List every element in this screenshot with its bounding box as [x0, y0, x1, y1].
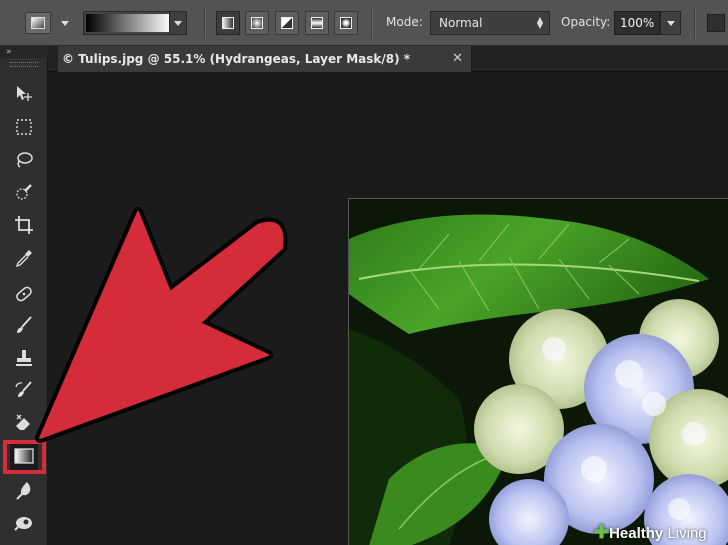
- divider: [371, 8, 373, 38]
- reflected-gradient-button[interactable]: [305, 11, 329, 35]
- watermark: ✚Healthy Living: [594, 522, 707, 542]
- document-title: © Tulips.jpg @ 55.1% (Hydrangeas, Layer …: [62, 52, 411, 66]
- lasso-icon: [17, 152, 33, 168]
- blend-mode-select[interactable]: Normal ▲ ▼: [430, 11, 550, 35]
- quick-selection-icon: [16, 184, 32, 200]
- history-brush-tool[interactable]: [10, 376, 38, 404]
- close-icon[interactable]: ✕: [452, 46, 463, 72]
- collapse-panel-icon[interactable]: »: [6, 47, 12, 57]
- divider: [204, 8, 206, 38]
- hydrangea-photo[interactable]: [348, 198, 728, 545]
- gradient-editor-swatch[interactable]: [83, 11, 187, 35]
- linear-gradient-icon: [222, 17, 234, 29]
- opacity-label: Opacity:: [561, 15, 611, 29]
- radial-gradient-icon: [251, 17, 263, 29]
- plus-icon: ✚: [594, 522, 610, 542]
- watermark-prefix: Healthy: [609, 525, 664, 542]
- panel-grip[interactable]: [10, 62, 38, 67]
- clone-stamp-tool[interactable]: [10, 344, 38, 372]
- eraser-icon: [16, 414, 30, 430]
- document-tab-bar: © Tulips.jpg @ 55.1% (Hydrangeas, Layer …: [48, 46, 728, 72]
- eraser-tool[interactable]: [10, 408, 38, 436]
- crop-tool[interactable]: [10, 211, 38, 239]
- reflected-gradient-icon: [311, 17, 323, 29]
- watermark-suffix: Living: [663, 525, 707, 542]
- dodge-icon: [14, 517, 32, 531]
- rectangular-marquee-icon: [16, 119, 32, 135]
- radial-gradient-button[interactable]: [245, 11, 269, 35]
- reverse-checkbox[interactable]: [707, 14, 725, 32]
- crop-icon: [15, 216, 33, 234]
- move-tool[interactable]: [10, 80, 38, 108]
- blur-drop-icon: [16, 482, 31, 500]
- tool-preset-caret-icon[interactable]: [61, 21, 69, 26]
- brush-tool[interactable]: [10, 311, 38, 339]
- gradient-picker-dropdown[interactable]: [169, 12, 186, 34]
- opacity-input[interactable]: 100%: [614, 11, 660, 35]
- eyedropper-icon: [15, 250, 32, 268]
- linear-gradient-button[interactable]: [216, 11, 240, 35]
- dodge-tool[interactable]: [10, 508, 38, 536]
- marquee-tool[interactable]: [10, 113, 38, 141]
- up-down-arrows-icon: ▲ ▼: [536, 15, 543, 30]
- divider: [694, 8, 696, 38]
- hydrangea-image: [349, 199, 728, 545]
- chevron-down-icon: [667, 21, 675, 26]
- options-bar: Mode: Normal ▲ ▼ Opacity: 100%: [0, 0, 728, 46]
- angle-gradient-button[interactable]: [275, 11, 299, 35]
- history-brush-icon: [15, 381, 32, 397]
- mode-label: Mode:: [386, 15, 423, 29]
- tools-panel-header[interactable]: »: [0, 46, 48, 58]
- bandage-icon: [16, 286, 32, 302]
- brush-icon: [17, 316, 32, 333]
- opacity-value: 100%: [620, 16, 655, 30]
- quick-selection-tool[interactable]: [10, 178, 38, 206]
- tool-preset-picker[interactable]: [25, 12, 51, 34]
- blend-mode-value: Normal: [439, 16, 483, 30]
- gradient-tool-preset-icon: [31, 17, 45, 29]
- lasso-tool[interactable]: [10, 146, 38, 174]
- eyedropper-tool[interactable]: [10, 244, 38, 272]
- diamond-gradient-button[interactable]: [334, 11, 358, 35]
- gradient-preview[interactable]: [86, 14, 170, 32]
- stamp-icon: [16, 350, 32, 366]
- blur-tool[interactable]: [10, 476, 38, 504]
- gradient-tool-highlight-box: [3, 440, 46, 474]
- chevron-down-icon: [174, 21, 182, 26]
- angle-gradient-icon: [281, 17, 293, 29]
- diamond-gradient-icon: [340, 17, 352, 29]
- move-icon: [17, 86, 32, 101]
- document-tab[interactable]: © Tulips.jpg @ 55.1% (Hydrangeas, Layer …: [58, 46, 472, 72]
- spot-healing-tool[interactable]: [10, 280, 38, 308]
- opacity-slider-dropdown[interactable]: [660, 11, 681, 35]
